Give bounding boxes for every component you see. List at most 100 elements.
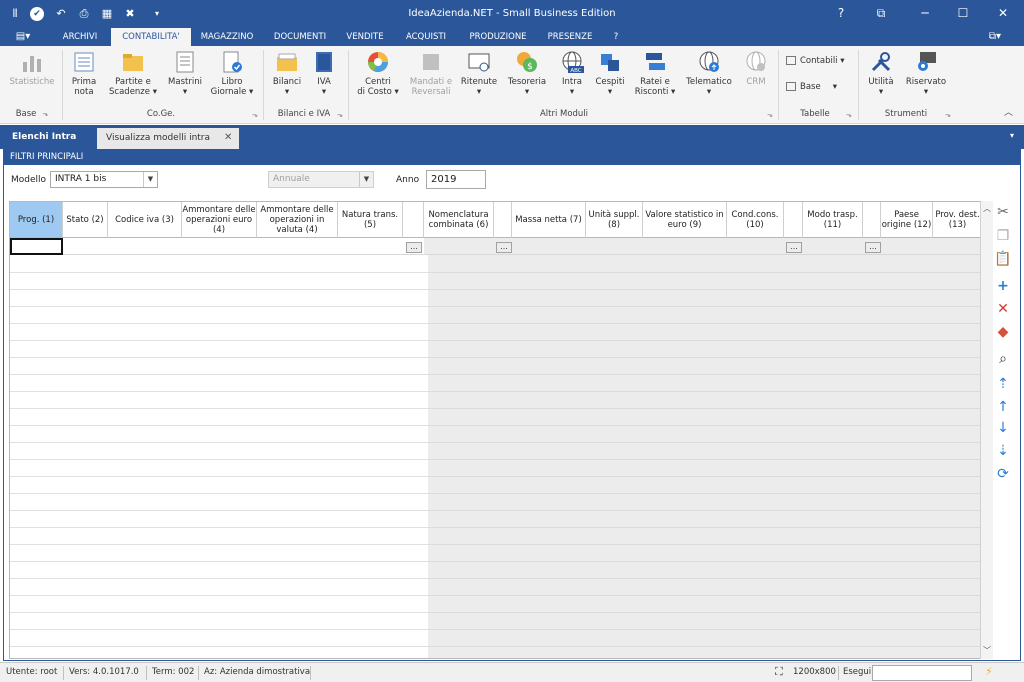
cut-icon[interactable]: ✂ <box>993 203 1013 221</box>
esegui-input[interactable] <box>872 665 972 681</box>
restore-ribbon-icon[interactable]: ⧉ <box>873 6 889 21</box>
col-header-valore-statistico[interactable]: Valore statistico in euro (9) <box>643 202 727 238</box>
bilanci-button[interactable]: Bilanci ▾ <box>268 50 306 97</box>
menu-acquisti[interactable]: ACQUISTI <box>400 28 452 46</box>
dialog-launcher-icon[interactable]: ⬎ <box>846 111 852 119</box>
move-up-icon[interactable]: ↑ <box>993 398 1013 416</box>
intra-button[interactable]: ABC Intra ▾ <box>554 50 590 97</box>
utilita-button[interactable]: Utilità ▾ <box>862 50 900 97</box>
tab-list-icon[interactable]: ▾ <box>1010 131 1014 140</box>
mastrini-button[interactable]: Mastrini ▾ <box>164 50 206 97</box>
minimize-button[interactable]: ─ <box>917 6 933 20</box>
grid-row-line <box>10 425 428 426</box>
grid-row-line <box>428 629 980 630</box>
close-button[interactable]: ✕ <box>995 6 1011 20</box>
dialog-launcher-icon[interactable]: ⬎ <box>252 111 258 119</box>
copy-icon[interactable]: ❐ <box>993 227 1013 245</box>
paste-icon[interactable]: 📋 <box>993 250 1013 268</box>
col-header-massa-netta[interactable]: Massa netta (7) <box>512 202 586 238</box>
move-last-icon[interactable]: ⇣ <box>993 442 1013 460</box>
intra-grid[interactable]: Prog. (1) Stato (2) Codice iva (3) Ammon… <box>9 201 981 659</box>
col-header-prog[interactable]: Prog. (1) <box>10 202 63 238</box>
dialog-launcher-icon[interactable]: ⬎ <box>945 111 951 119</box>
menu-presenze[interactable]: PRESENZE <box>542 28 598 46</box>
dialog-launcher-icon[interactable]: ⬎ <box>767 111 773 119</box>
status-azienda: Az: Azienda dimostrativa <box>204 667 311 677</box>
partite-scadenze-button[interactable]: Partite e Scadenze ▾ <box>105 50 161 97</box>
grid-row-line <box>10 442 428 443</box>
dialog-launcher-icon[interactable]: ⬎ <box>337 111 343 119</box>
refresh-icon[interactable]: ⟳ <box>993 465 1013 483</box>
cond-lookup-button[interactable]: ... <box>786 242 802 253</box>
close-tab-icon[interactable]: ✕ <box>224 132 232 143</box>
telematico-button[interactable]: Telematico ▾ <box>684 50 734 97</box>
menu-contabilita[interactable]: CONTABILITA' <box>111 28 191 46</box>
natura-lookup-button[interactable]: ... <box>406 242 422 253</box>
col-header-modo-lookup[interactable] <box>863 202 881 238</box>
menu-archivi[interactable]: ARCHIVI <box>55 28 105 46</box>
anno-field[interactable]: 2019 <box>426 170 486 189</box>
eraser-icon[interactable]: ◆ <box>993 323 1013 341</box>
cespiti-button[interactable]: Cespiti ▾ <box>592 50 628 97</box>
group-base: Base ⬎ <box>15 109 49 119</box>
centri-costo-button[interactable]: Centri di Costo ▾ <box>354 50 402 97</box>
statistiche-button[interactable]: Statistiche <box>6 50 58 87</box>
collapse-ribbon-icon[interactable]: ︿ <box>1004 108 1013 118</box>
nomenclatura-lookup-button[interactable]: ... <box>496 242 512 253</box>
tab-visualizza-modelli-intra[interactable]: Visualizza modelli intra <box>97 128 239 149</box>
menu-magazzino[interactable]: MAGAZZINO <box>196 28 258 46</box>
grid-row-line <box>428 391 980 392</box>
col-header-modo-trasp[interactable]: Modo trasp. (11) <box>803 202 863 238</box>
chevron-down-icon: ▼ <box>143 172 157 187</box>
col-header-paese-origine[interactable]: Paese origine (12) <box>881 202 933 238</box>
col-header-natura-lookup[interactable] <box>403 202 424 238</box>
col-header-nomenclatura-lookup[interactable] <box>494 202 512 238</box>
add-icon[interactable]: + <box>993 277 1013 295</box>
menu-vendite[interactable]: VENDITE <box>340 28 390 46</box>
riservato-button[interactable]: Riservato ▾ <box>902 50 950 97</box>
search-icon[interactable]: ⌕ <box>993 350 1013 368</box>
prima-nota-button[interactable]: Prima nota <box>66 50 102 97</box>
tab-elenchi-intra[interactable]: Elenchi Intra <box>0 125 96 149</box>
col-header-cond-lookup[interactable] <box>784 202 803 238</box>
readonly-area <box>428 255 980 658</box>
menu-documenti[interactable]: DOCUMENTI <box>268 28 332 46</box>
active-cell[interactable] <box>10 238 63 255</box>
tesoreria-button[interactable]: $ Tesoreria ▾ <box>505 50 549 97</box>
menu-produzione[interactable]: PRODUZIONE <box>463 28 533 46</box>
col-header-ammontare-euro[interactable]: Ammontare delle operazioni euro (4) <box>182 202 257 238</box>
col-header-nomenclatura[interactable]: Nomenclatura combinata (6) <box>424 202 494 238</box>
iva-button[interactable]: IVA ▾ <box>308 50 340 97</box>
ritenute-button[interactable]: Ritenute ▾ <box>458 50 500 97</box>
crm-button[interactable]: CRM <box>738 50 774 87</box>
fullscreen-icon[interactable]: ⛶ <box>775 665 783 679</box>
move-first-icon[interactable]: ⇡ <box>993 375 1013 393</box>
base-dropdown[interactable]: Base ▾ <box>786 82 850 92</box>
move-down-icon[interactable]: ↓ <box>993 419 1013 437</box>
edit-row[interactable] <box>63 238 424 255</box>
lightning-icon[interactable]: ⚡ <box>985 665 993 678</box>
ratei-risconti-button[interactable]: Ratei e Risconti ▾ <box>630 50 680 97</box>
mandati-reversali-button[interactable]: Mandati e Reversali <box>408 50 454 97</box>
col-header-unita-suppl[interactable]: Unità suppl. (8) <box>586 202 643 238</box>
col-header-codice-iva[interactable]: Codice iva (3) <box>108 202 182 238</box>
app-menu-icon[interactable]: ▤▾ <box>10 28 36 46</box>
col-header-natura-trans[interactable]: Natura trans. (5) <box>338 202 403 238</box>
col-header-ammontare-valuta[interactable]: Ammontare delle operazioni in valuta (4) <box>257 202 338 238</box>
delete-icon[interactable]: ✕ <box>993 300 1013 318</box>
col-header-cond-cons[interactable]: Cond.cons. (10) <box>727 202 784 238</box>
maximize-button[interactable]: ☐ <box>955 6 971 20</box>
modo-lookup-button[interactable]: ... <box>865 242 881 253</box>
contabili-dropdown[interactable]: Contabili ▾ <box>786 56 850 66</box>
grid-row-line <box>428 289 980 290</box>
libro-giornale-button[interactable]: Libro Giornale ▾ <box>208 50 256 97</box>
settings-window-icon <box>918 52 936 71</box>
menu-help[interactable]: ? <box>608 28 624 46</box>
layout-icon[interactable]: ⧉▾ <box>982 28 1008 46</box>
vertical-scrollbar[interactable]: ︿ ﹀ <box>980 201 993 659</box>
modello-select[interactable]: INTRA 1 bis ▼ <box>50 171 158 188</box>
col-header-stato[interactable]: Stato (2) <box>63 202 108 238</box>
help-button[interactable]: ? <box>833 6 849 20</box>
col-header-prov-dest[interactable]: Prov. dest.(13) <box>933 202 980 238</box>
grid-row-line <box>428 425 980 426</box>
